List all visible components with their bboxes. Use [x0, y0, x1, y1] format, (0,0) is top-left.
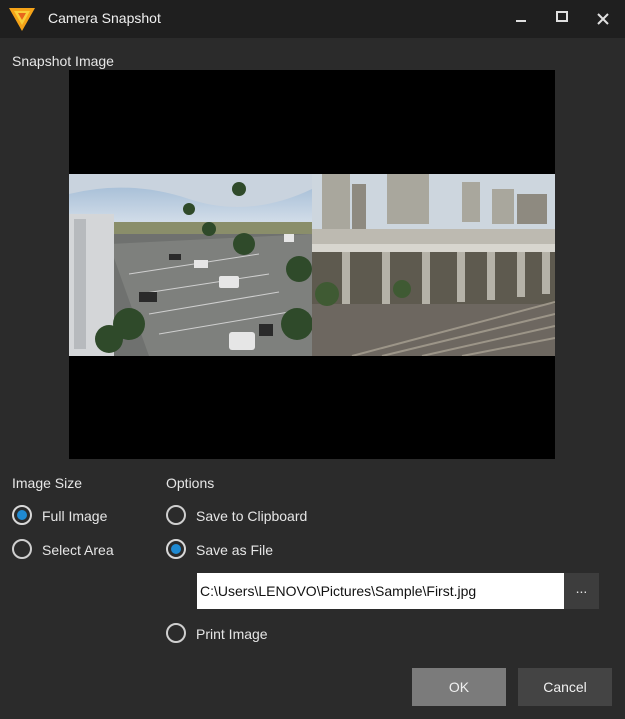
app-logo-icon: [9, 8, 35, 31]
options-label: Options: [166, 475, 215, 491]
ok-button[interactable]: OK: [412, 668, 506, 706]
maximize-icon[interactable]: [547, 4, 577, 34]
minimize-icon[interactable]: [506, 4, 536, 34]
save-to-clipboard-label[interactable]: Save to Clipboard: [196, 508, 307, 524]
close-icon[interactable]: [588, 4, 618, 34]
browse-button[interactable]: ...: [564, 573, 599, 609]
file-path-input[interactable]: C:\Users\LENOVO\Pictures\Sample\First.jp…: [197, 573, 564, 609]
snapshot-image-preview: [69, 70, 555, 459]
save-to-clipboard-radio[interactable]: [166, 505, 186, 525]
image-size-label: Image Size: [12, 475, 83, 491]
camera-view-railway: [312, 174, 555, 356]
camera-view-parking-lot: [69, 174, 312, 356]
window-title: Camera Snapshot: [48, 10, 161, 26]
print-image-radio[interactable]: [166, 623, 186, 643]
save-as-file-label[interactable]: Save as File: [196, 542, 273, 558]
print-image-label[interactable]: Print Image: [196, 626, 268, 642]
select-area-label[interactable]: Select Area: [42, 542, 114, 558]
full-image-label[interactable]: Full Image: [42, 508, 107, 524]
save-as-file-radio[interactable]: [166, 539, 186, 559]
snapshot-image-label: Snapshot Image: [12, 53, 114, 69]
select-area-radio[interactable]: [12, 539, 32, 559]
title-bar: Camera Snapshot: [0, 0, 625, 38]
cancel-button[interactable]: Cancel: [518, 668, 612, 706]
full-image-radio[interactable]: [12, 505, 32, 525]
